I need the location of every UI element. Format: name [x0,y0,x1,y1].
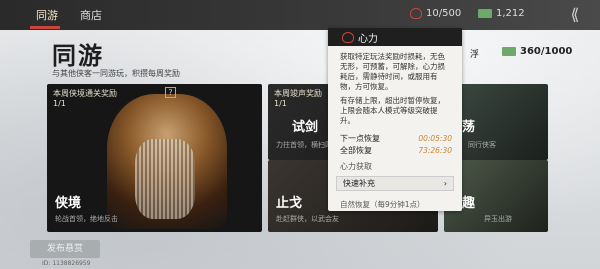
tab-tongyou[interactable]: 同游 [36,7,58,23]
full-recover-timer: 73:26:30 [418,145,452,155]
card-reward-tag: 本周侠境通关奖励 [53,89,117,98]
next-recover-row: 下一点恢复 00:05:30 [328,132,462,144]
stamina-popup: 心力 获取特定玩法奖励时损耗，无色无形，可预蓄，可解除，心力损耗后，需静待时间，… [328,28,462,211]
active-tab-indicator [30,26,60,29]
boss-beard-artwork [135,139,195,219]
card-title: 止戈 [276,196,303,211]
publish-bounty-button[interactable]: 发布悬赏 [30,240,100,258]
money-resource[interactable]: 1,212 [478,8,525,19]
back-button[interactable]: ⟪ [562,5,588,25]
heart-icon [342,31,354,43]
next-recover-timer: 00:05:30 [418,133,452,143]
full-recover-label: 全部恢复 [340,145,372,155]
page-subtitle: 与其他侠客一同游玩，积攒每周奖励 [52,69,180,78]
tab-shop[interactable]: 商店 [80,7,102,23]
top-bar: 同游 商店 10/500 1,212 ⟪ [0,0,600,30]
card-xiajing[interactable]: 本周侠境通关奖励 ? 1/1 侠境 轮战首领，绝地反击 [47,84,262,232]
money-icon [478,9,492,18]
card-title: 趣 [462,196,476,211]
natural-recover-note: 自然恢复（每9分钟1点） [340,200,425,209]
card-description: 轮战首领，绝地反击 [55,215,118,223]
money-value: 1,212 [496,8,525,19]
money-icon [502,47,516,56]
card-reward-count: 1/1 [53,99,66,108]
quick-refill-button[interactable]: 快速补充 › [336,176,454,191]
popup-limit-note: 有存储上限，超出时暂停恢复，上限会随本人模式等级突破提升。 [340,96,445,125]
card-reward-count: 1/1 [274,99,287,108]
next-recover-label: 下一点恢复 [340,133,380,143]
card-title: 试剑 [292,120,319,135]
card-description: 赴赶群侠，以武会友 [276,215,339,223]
page-title: 同游 [52,41,104,70]
user-id: ID: 1138826959 [42,260,91,267]
card-reward-tag: 本周竣声奖励 [274,89,322,98]
chevron-right-icon: › [443,179,447,188]
help-icon[interactable]: ? [165,87,176,98]
card-description: 异玉出游 [484,215,512,223]
card-description: 同行侠客 [468,141,496,149]
card-title: 荡 [462,120,476,135]
popup-header: 心力 [328,28,462,46]
weekly-counter: 浮 360/1000 [470,46,573,60]
gain-section-title: 心力获取 [340,162,372,171]
full-recover-row: 全部恢复 73:26:30 [328,144,462,156]
heart-value: 10/500 [426,8,462,19]
popup-title: 心力 [358,33,378,45]
heart-icon [410,8,422,19]
quick-refill-label: 快速补充 [343,179,375,188]
counter-label: 浮 [470,50,480,60]
popup-description: 获取特定玩法奖励时损耗，无色无形，可预蓄，可解除，心力损耗后，需静待时间，或服用… [340,52,445,91]
card-title: 侠境 [55,196,82,211]
counter-value: 360/1000 [520,46,573,57]
heart-resource[interactable]: 10/500 [410,8,461,19]
